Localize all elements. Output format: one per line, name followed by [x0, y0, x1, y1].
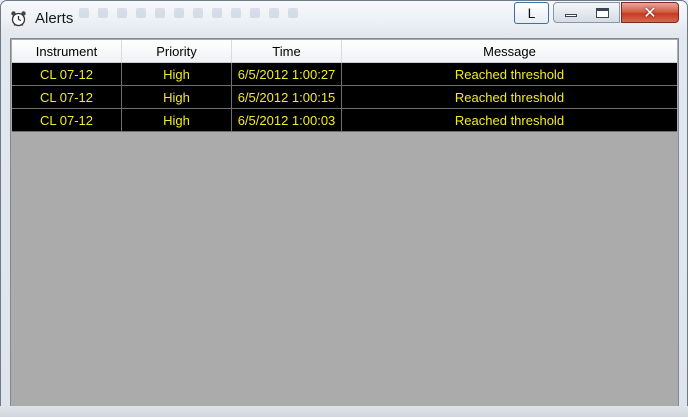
grid-header: Instrument Priority Time Message	[12, 40, 677, 63]
close-button[interactable]: ✕	[621, 2, 679, 23]
maximize-button[interactable]	[586, 2, 620, 23]
table-row[interactable]: CL 07-12 High 6/5/2012 1:00:03 Reached t…	[12, 109, 677, 132]
instrument-cell: CL 07-12	[12, 109, 122, 131]
message-cell: Reached threshold	[454, 66, 565, 82]
close-icon: ✕	[643, 3, 657, 22]
background-toolbar-ghost	[79, 5, 379, 19]
table-row[interactable]: CL 07-12 High 6/5/2012 1:00:27 Reached t…	[12, 63, 677, 86]
message-cell: Reached threshold	[454, 89, 565, 105]
instrument-cell: CL 07-12	[12, 63, 122, 85]
priority-cell: High	[122, 86, 232, 108]
time-cell: 6/5/2012 1:00:03	[232, 109, 342, 131]
minimize-button[interactable]	[553, 2, 587, 23]
column-header-message[interactable]: Message	[342, 40, 677, 62]
column-header-instrument[interactable]: Instrument	[12, 40, 122, 62]
time-cell: 6/5/2012 1:00:15	[232, 86, 342, 108]
message-cell: Reached threshold	[454, 112, 565, 128]
instrument-cell: CL 07-12	[12, 86, 122, 108]
window-title: Alerts	[35, 10, 74, 27]
grid-body: CL 07-12 High 6/5/2012 1:00:27 Reached t…	[12, 63, 677, 132]
column-header-time[interactable]: Time	[232, 40, 342, 62]
alarm-clock-icon[interactable]	[10, 10, 27, 27]
priority-cell: High	[122, 63, 232, 85]
l-button[interactable]: L	[514, 2, 549, 24]
minimize-icon	[565, 14, 577, 17]
priority-cell: High	[122, 109, 232, 131]
column-header-priority[interactable]: Priority	[122, 40, 232, 62]
alerts-grid[interactable]: Instrument Priority Time Message CL 07-1…	[10, 38, 679, 407]
time-cell: 6/5/2012 1:00:27	[232, 63, 342, 85]
table-row[interactable]: CL 07-12 High 6/5/2012 1:00:15 Reached t…	[12, 86, 677, 109]
title-bar[interactable]: Alerts L ✕	[1, 1, 687, 37]
window-bottom-border	[0, 406, 688, 417]
maximize-icon	[596, 8, 609, 18]
alerts-window: Alerts L ✕ Instrument Priority Time Mess…	[0, 0, 688, 417]
